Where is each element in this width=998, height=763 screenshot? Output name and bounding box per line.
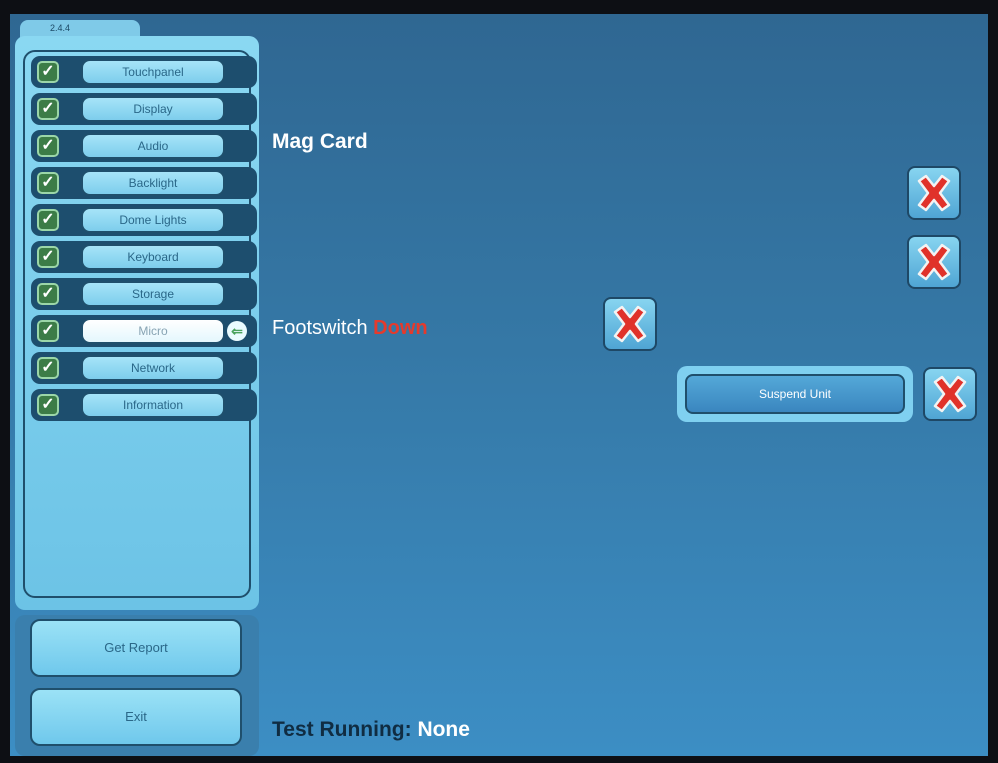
checkmark-icon: ✓ [37,61,59,83]
footswitch-state: Down [373,317,428,339]
nav-item-label[interactable]: Keyboard [81,244,225,270]
nav-item-storage[interactable]: ✓ Storage [31,278,257,310]
checkmark-icon: ✓ [37,320,59,342]
suspend-unit-button[interactable]: Suspend Unit [685,374,905,414]
test-list-panel: ✓ Touchpanel ✓ Display ✓ Audio ✓ Backlig… [15,36,259,610]
nav-item-information[interactable]: ✓ Information [31,389,257,421]
nav-item-label[interactable]: Micro [81,318,225,344]
test-list-frame: ✓ Touchpanel ✓ Display ✓ Audio ✓ Backlig… [23,50,257,598]
checkmark-icon: ✓ [37,209,59,231]
nav-item-label[interactable]: Information [81,392,225,418]
nav-item-display[interactable]: ✓ Display [31,93,257,125]
footswitch-text: Footswitch [272,317,368,339]
nav-item-label[interactable]: Display [81,96,225,122]
nav-item-dome-lights[interactable]: ✓ Dome Lights [31,204,257,236]
suspend-status-button[interactable] [923,367,977,421]
exit-button[interactable]: Exit [30,688,242,746]
nav-item-micro[interactable]: ✓ Micro ⇐ [31,315,257,347]
nav-item-touchpanel[interactable]: ✓ Touchpanel [31,56,257,88]
mag-card-track-1-status-button[interactable] [907,166,961,220]
nav-item-label[interactable]: Dome Lights [81,207,225,233]
checkmark-icon: ✓ [37,135,59,157]
nav-item-keyboard[interactable]: ✓ Keyboard [31,241,257,273]
checkmark-icon: ✓ [37,283,59,305]
page-title: Mag Card [272,130,368,153]
nav-item-label[interactable]: Storage [81,281,225,307]
red-x-icon [917,174,951,212]
nav-item-audio[interactable]: ✓ Audio [31,130,257,162]
screen: 2.4.4 ✓ Touchpanel ✓ Display ✓ Audio ✓ B… [10,14,988,756]
arrow-left-icon: ⇐ [227,321,247,341]
suspend-unit-frame: Suspend Unit [677,366,913,422]
checkmark-icon: ✓ [37,172,59,194]
red-x-icon [917,243,951,281]
red-x-icon [613,305,647,343]
checkmark-icon: ✓ [37,98,59,120]
footswitch-status-button[interactable] [603,297,657,351]
nav-item-label[interactable]: Network [81,355,225,381]
mag-card-track-2-status-button[interactable] [907,235,961,289]
test-status-value: None [417,718,470,741]
get-report-button[interactable]: Get Report [30,619,242,677]
footswitch-label: Footswitch Down [272,317,428,340]
red-x-icon [933,375,967,413]
test-status-label: Test Running: [272,718,412,741]
nav-item-network[interactable]: ✓ Network [31,352,257,384]
test-status: Test Running: None [272,718,470,742]
checkmark-icon: ✓ [37,394,59,416]
nav-item-backlight[interactable]: ✓ Backlight [31,167,257,199]
version-label: 2.4.4 [50,23,71,33]
checkmark-icon: ✓ [37,246,59,268]
checkmark-icon: ✓ [37,357,59,379]
nav-item-label[interactable]: Backlight [81,170,225,196]
nav-item-label[interactable]: Audio [81,133,225,159]
nav-item-label[interactable]: Touchpanel [81,59,225,85]
